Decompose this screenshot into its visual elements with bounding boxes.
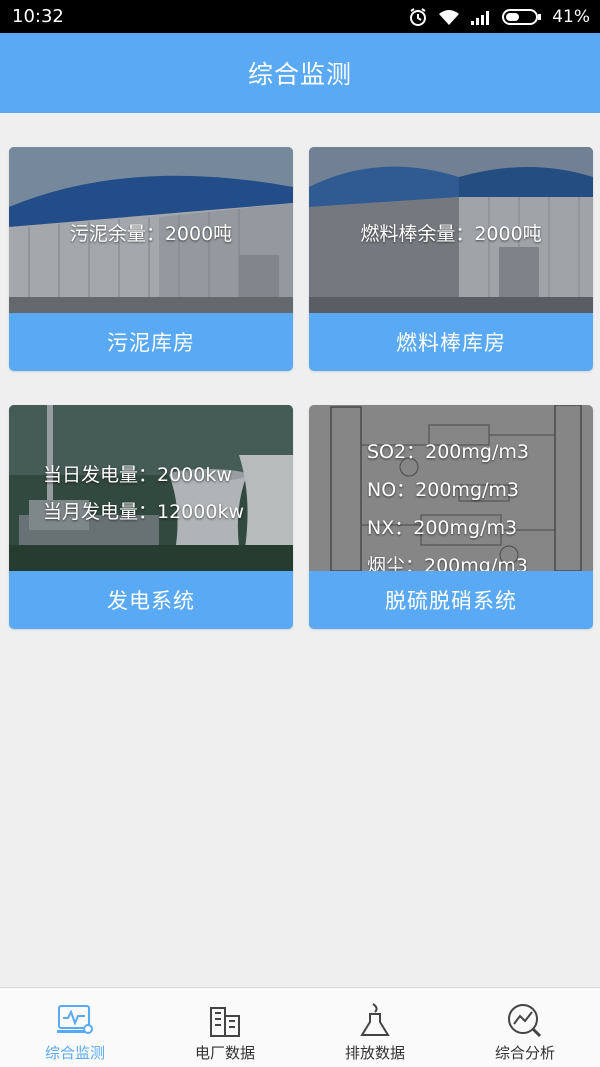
card-title: 脱硫脱硝系统 — [385, 589, 517, 613]
emission-stats: SO2：200mg/m3 NO：200mg/m3 NX：200mg/m3 烟尘：… — [367, 433, 529, 571]
monthly-generation-text: 当月发电量：12000kw — [43, 501, 244, 523]
battery-icon — [502, 9, 542, 25]
sludge-remaining-text: 污泥余量：2000吨 — [69, 223, 233, 245]
bottom-navigation: 综合监测 电厂数据 排放数据 综合分析 — [0, 987, 600, 1067]
status-time: 10:32 — [12, 6, 64, 27]
power-plant-image: 当日发电量：2000kw 当月发电量：12000kw — [9, 405, 293, 571]
nav-comprehensive-monitoring[interactable]: 综合监测 — [0, 988, 150, 1067]
factory-building-icon — [210, 1007, 240, 1037]
nx-text: NX：200mg/m3 — [367, 517, 518, 539]
app-header: 综合监测 — [0, 33, 600, 113]
warehouse-image: 污泥余量：2000吨 — [9, 147, 293, 313]
page-title: 综合监测 — [247, 60, 352, 89]
no-text: NO：200mg/m3 — [367, 479, 520, 501]
alarm-icon — [410, 8, 427, 26]
process-diagram-image: SO2：200mg/m3 NO：200mg/m3 NX：200mg/m3 烟尘：… — [309, 405, 593, 571]
nav-label: 排放数据 — [344, 1044, 405, 1062]
card-power-generation[interactable]: 当日发电量：2000kw 当月发电量：12000kw 发电系统 — [9, 405, 293, 629]
smoke-dust-text: 烟尘：200mg/m3 — [367, 555, 528, 571]
wifi-icon — [439, 10, 460, 25]
nav-label: 综合分析 — [494, 1044, 555, 1062]
analysis-chart-icon — [508, 1004, 542, 1038]
battery-percentage: 41% — [552, 7, 590, 27]
card-title: 污泥库房 — [107, 331, 195, 355]
signal-icon — [471, 11, 490, 25]
flask-icon — [360, 1003, 390, 1036]
status-icons: 41% — [408, 6, 590, 28]
nav-label: 综合监测 — [44, 1044, 105, 1062]
monitor-icon — [57, 1005, 93, 1034]
fuel-rod-remaining-text: 燃料棒余量：2000吨 — [360, 223, 542, 245]
daily-generation-text: 当日发电量：2000kw — [43, 464, 232, 486]
nav-plant-data[interactable]: 电厂数据 — [150, 988, 300, 1067]
warehouse-image: 燃料棒余量：2000吨 — [309, 147, 593, 313]
card-desulfurization-denitrification[interactable]: SO2：200mg/m3 NO：200mg/m3 NX：200mg/m3 烟尘：… — [309, 405, 593, 629]
card-title: 发电系统 — [107, 589, 195, 613]
status-bar: 10:32 41% — [0, 0, 600, 33]
card-sludge-warehouse[interactable]: 污泥余量：2000吨 污泥库房 — [9, 147, 293, 371]
power-stats: 当日发电量：2000kw 当月发电量：12000kw — [43, 457, 244, 531]
card-title: 燃料棒库房 — [396, 331, 506, 355]
nav-emission-data[interactable]: 排放数据 — [300, 988, 450, 1067]
card-fuel-rod-warehouse[interactable]: 燃料棒余量：2000吨 燃料棒库房 — [309, 147, 593, 371]
nav-comprehensive-analysis[interactable]: 综合分析 — [450, 988, 600, 1067]
so2-text: SO2：200mg/m3 — [367, 441, 529, 463]
nav-label: 电厂数据 — [194, 1044, 255, 1062]
